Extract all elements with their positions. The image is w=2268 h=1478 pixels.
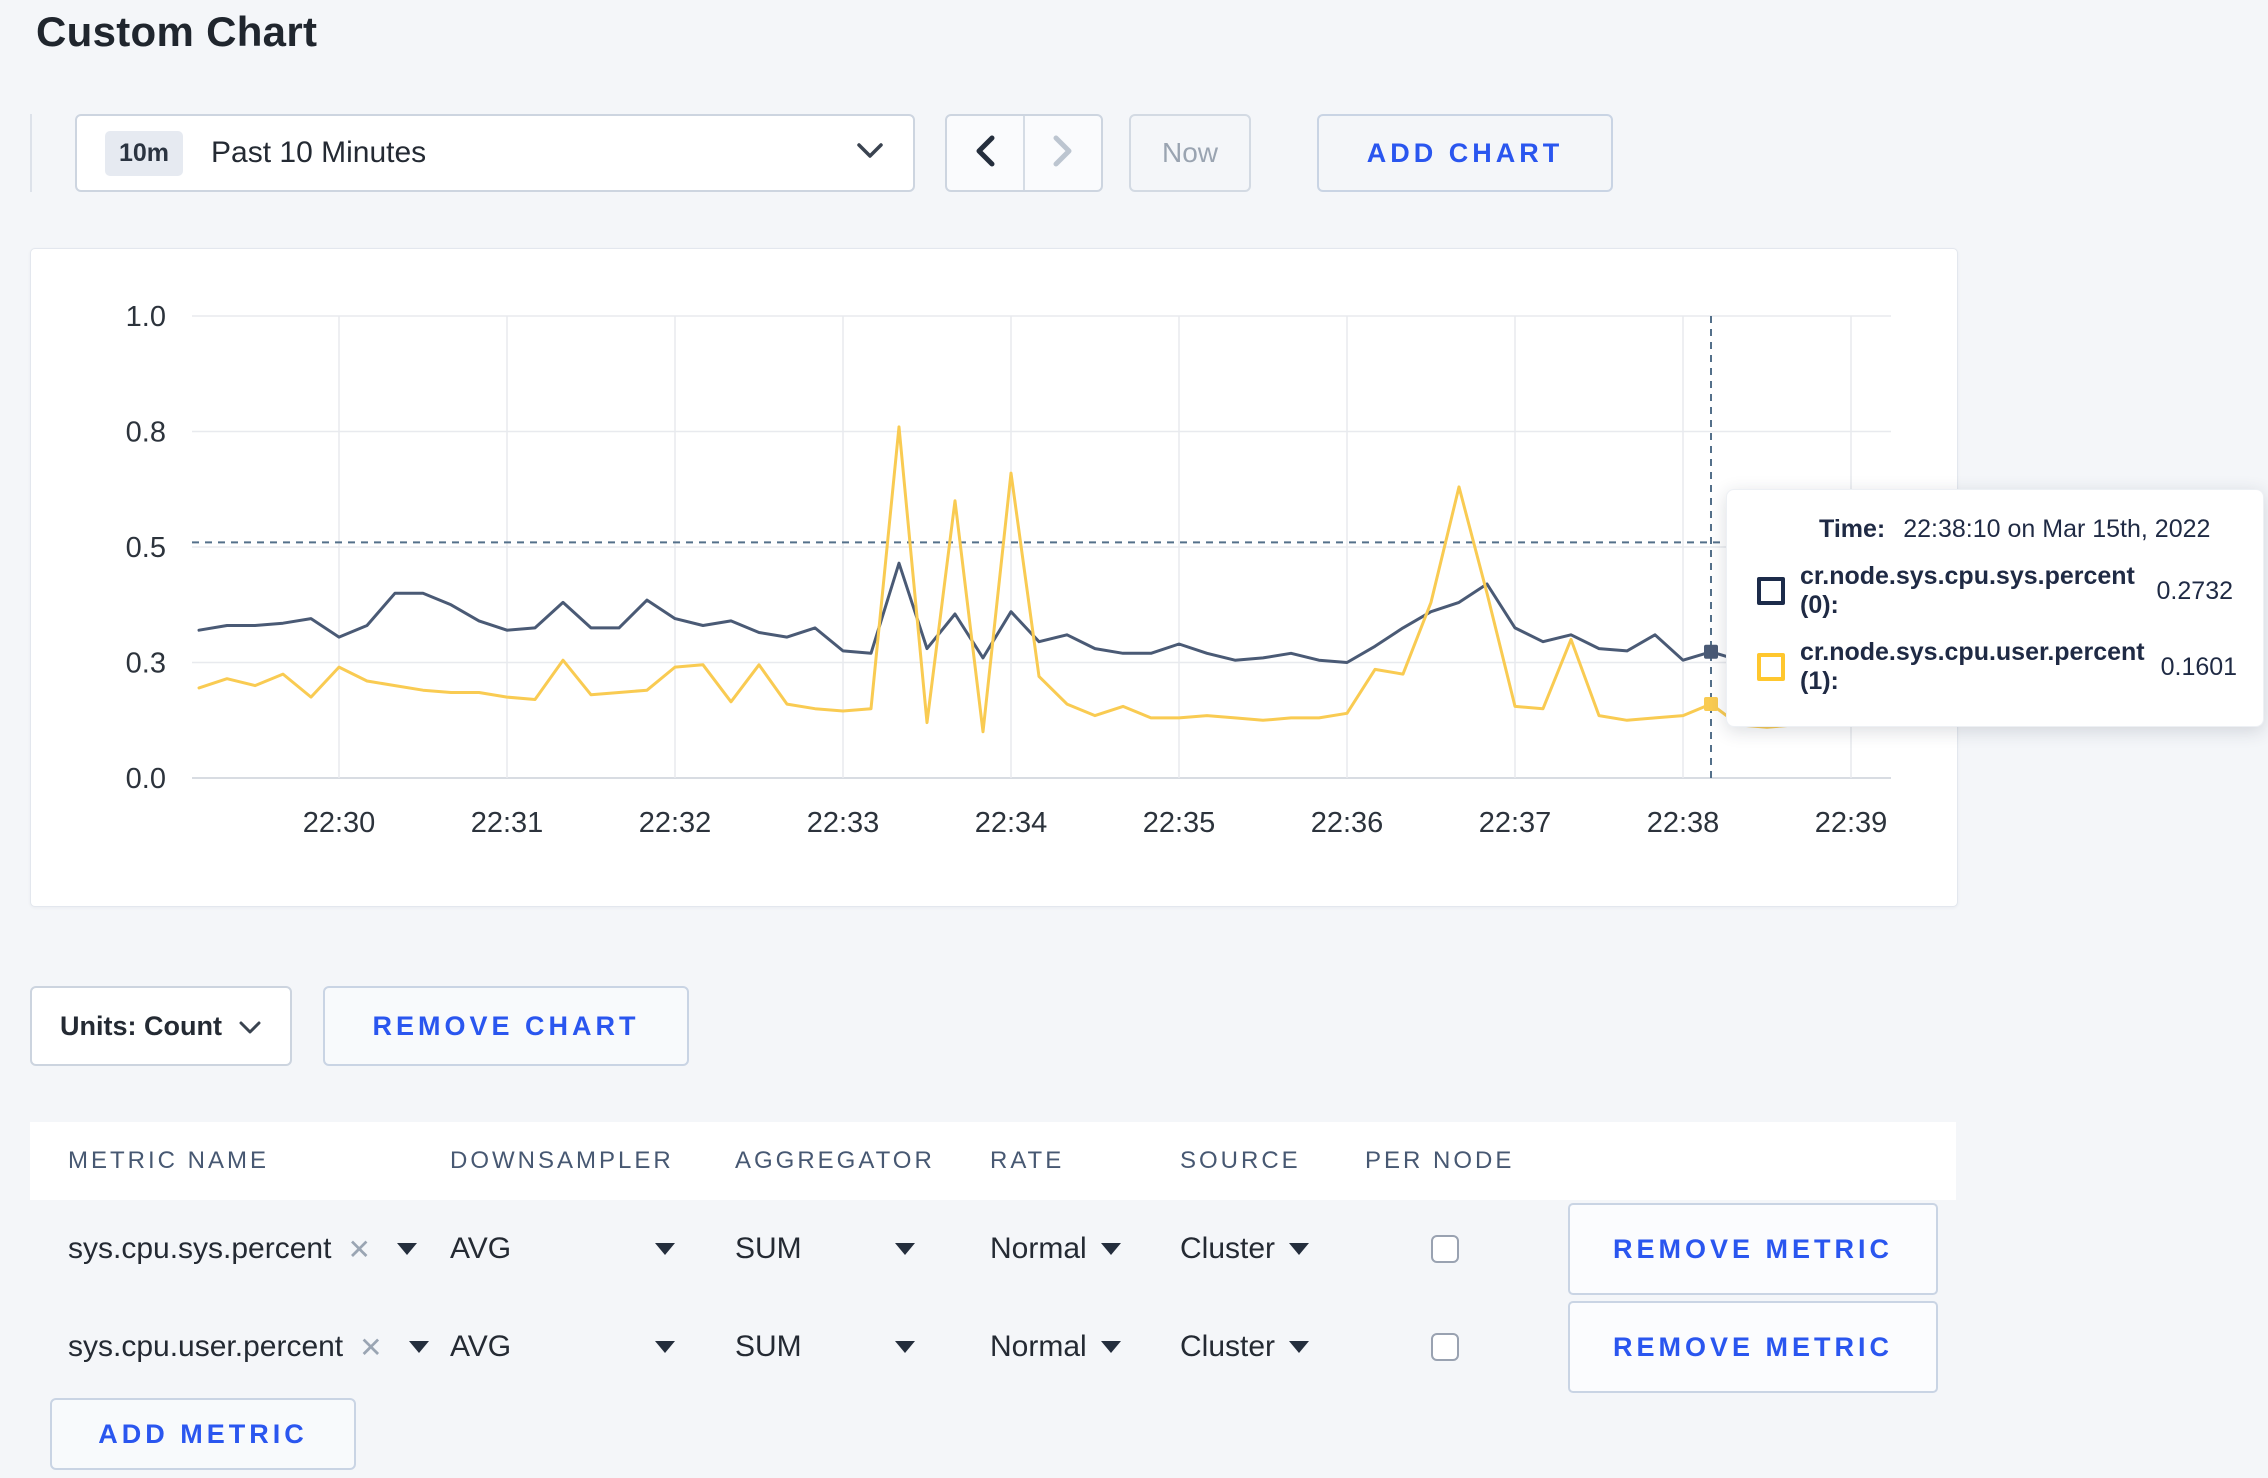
chevron-down-icon [238,1011,262,1042]
caret-down-icon [895,1341,915,1353]
timeseries-chart-plot[interactable]: 0.0 0.3 0.5 0.8 1.0 22:30 22:31 22:32 22:33 22:34… [31,249,1957,906]
remove-metric-button[interactable]: REMOVE METRIC [1568,1203,1938,1295]
clear-metric-icon[interactable]: ✕ [347,1233,370,1266]
caret-down-icon [655,1243,675,1255]
column-header-metric-name: METRIC NAME [68,1147,269,1174]
next-time-button[interactable] [1023,116,1101,190]
column-header-per-node: PER NODE [1365,1147,1515,1174]
aggregator-select[interactable]: SUM [735,1200,915,1298]
per-node-checkbox[interactable] [1431,1333,1459,1361]
prev-time-button[interactable] [947,116,1023,190]
rate-value: Normal [990,1232,1087,1265]
units-dropdown[interactable]: Units: Count [30,986,292,1066]
add-metric-button[interactable]: ADD METRIC [50,1398,356,1470]
rate-select[interactable]: Normal [990,1298,1121,1396]
caret-down-icon [1289,1243,1310,1255]
svg-text:22:38: 22:38 [1647,807,1720,839]
aggregator-value: SUM [735,1330,802,1363]
source-select[interactable]: Cluster [1180,1200,1310,1298]
svg-text:22:30: 22:30 [303,807,376,839]
units-label: Units: Count [60,1010,222,1041]
svg-text:22:35: 22:35 [1143,807,1216,839]
svg-text:22:36: 22:36 [1311,807,1384,839]
column-header-aggregator: AGGREGATOR [735,1147,935,1174]
source-select[interactable]: Cluster [1180,1298,1310,1396]
rate-value: Normal [990,1330,1087,1363]
per-node-cell [1365,1200,1525,1298]
downsampler-select[interactable]: AVG [450,1200,675,1298]
series-user-swatch-icon [1757,653,1785,681]
column-header-source: SOURCE [1180,1147,1301,1174]
tooltip-time-value: 22:38:10 on Mar 15th, 2022 [1903,515,2211,543]
svg-text:1.0: 1.0 [126,301,166,333]
chevron-down-icon [855,142,885,165]
caret-down-icon [1100,1243,1121,1255]
svg-text:0.5: 0.5 [126,532,166,564]
source-value: Cluster [1180,1232,1276,1265]
source-value: Cluster [1180,1330,1276,1363]
aggregator-select[interactable]: SUM [735,1298,915,1396]
svg-text:22:34: 22:34 [975,807,1048,839]
metrics-table-header: METRIC NAME DOWNSAMPLER AGGREGATOR RATE … [30,1122,1956,1200]
downsampler-value: AVG [450,1330,512,1363]
svg-text:22:32: 22:32 [639,807,712,839]
add-chart-button[interactable]: ADD CHART [1317,114,1613,192]
caret-down-icon [655,1341,675,1353]
svg-text:0.3: 0.3 [126,648,166,680]
per-node-cell [1365,1298,1525,1396]
tooltip-series-label: cr.node.sys.cpu.user.percent (1): [1800,638,2145,695]
tooltip-series-label: cr.node.sys.cpu.sys.percent (0): [1800,562,2135,619]
metric-name-select[interactable]: sys.cpu.user.percent ✕ [68,1298,429,1396]
metric-name-value: sys.cpu.sys.percent [68,1232,332,1265]
time-range-dropdown[interactable]: 10m Past 10 Minutes [75,114,915,192]
svg-text:0.8: 0.8 [126,417,166,449]
tooltip-time-label: Time: [1819,515,1886,543]
svg-text:0.0: 0.0 [126,763,166,795]
column-header-downsampler: DOWNSAMPLER [450,1147,674,1174]
time-range-badge: 10m [105,130,184,176]
chevron-right-icon [1051,133,1075,174]
metrics-table: METRIC NAME DOWNSAMPLER AGGREGATOR RATE … [30,1122,1956,1470]
tooltip-series-value: 0.1601 [2160,652,2238,681]
tooltip-series-row: cr.node.sys.cpu.sys.percent (0): 0.2732 [1757,562,2233,620]
svg-text:22:31: 22:31 [471,807,544,839]
per-node-checkbox[interactable] [1431,1235,1459,1263]
metric-row: sys.cpu.sys.percent ✕ AVG SUM Normal Clu… [30,1200,1956,1298]
now-button[interactable]: Now [1129,114,1251,192]
toolbar-divider [30,114,32,192]
time-range-label: Past 10 Minutes [211,136,427,169]
caret-down-icon [1100,1341,1121,1353]
metric-row: sys.cpu.user.percent ✕ AVG SUM Normal Cl… [30,1298,1956,1396]
metric-name-select[interactable]: sys.cpu.sys.percent ✕ [68,1200,417,1298]
chevron-left-icon [973,133,997,174]
series-sys-swatch-icon [1757,577,1785,605]
chart-card: 0.0 0.3 0.5 0.8 1.0 22:30 22:31 22:32 22:33 22:34… [30,248,2264,907]
tooltip-series-row: cr.node.sys.cpu.user.percent (1): 0.1601 [1757,638,2237,696]
tooltip-time-row: Time: 22:38:10 on Mar 15th, 2022 [1819,515,2233,544]
svg-text:22:37: 22:37 [1479,807,1552,839]
caret-down-icon [1289,1341,1310,1353]
chart-tooltip: Time: 22:38:10 on Mar 15th, 2022 cr.node… [1726,489,2264,727]
metric-name-value: sys.cpu.user.percent [68,1330,344,1363]
column-header-rate: RATE [990,1147,1065,1174]
svg-text:22:39: 22:39 [1815,807,1888,839]
chart-controls: Units: Count REMOVE CHART [30,986,689,1066]
rate-select[interactable]: Normal [990,1200,1121,1298]
caret-down-icon [396,1243,417,1255]
tooltip-series-value: 0.2732 [2156,576,2233,605]
time-nav-group [945,114,1103,192]
downsampler-select[interactable]: AVG [450,1298,675,1396]
downsampler-value: AVG [450,1232,512,1265]
toolbar: 10m Past 10 Minutes Now ADD CHART [30,114,1613,192]
clear-metric-icon[interactable]: ✕ [359,1331,382,1364]
caret-down-icon [895,1243,915,1255]
page-title: Custom Chart [36,8,318,55]
remove-metric-button[interactable]: REMOVE METRIC [1568,1301,1938,1393]
aggregator-value: SUM [735,1232,802,1265]
remove-chart-button[interactable]: REMOVE CHART [323,986,689,1066]
caret-down-icon [408,1341,429,1353]
svg-text:22:33: 22:33 [807,807,880,839]
